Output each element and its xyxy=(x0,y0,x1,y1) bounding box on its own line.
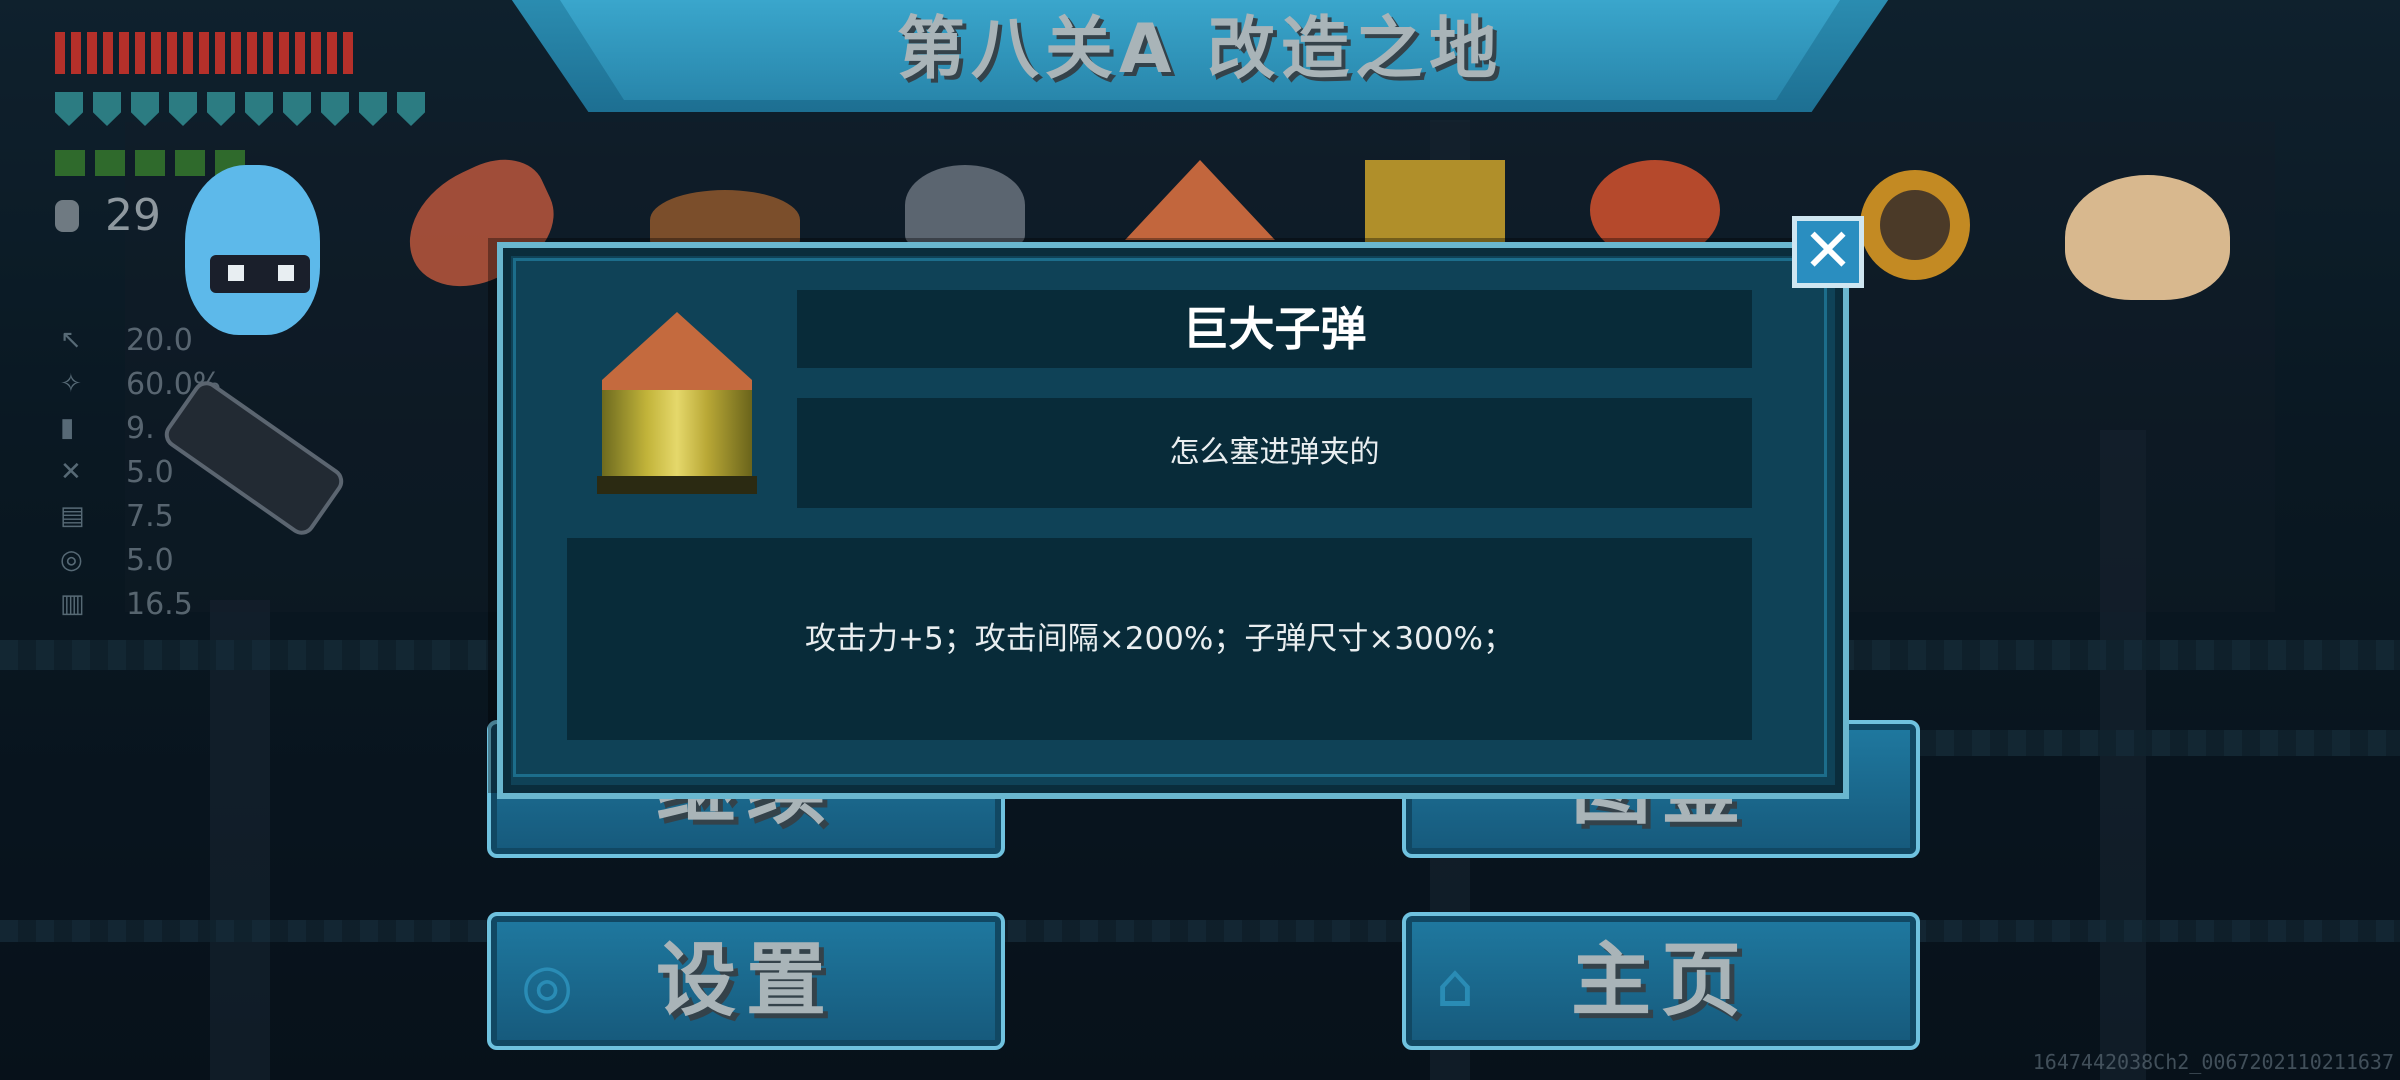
settings-button-label: 设置 xyxy=(656,934,836,1027)
stat-value: 9. xyxy=(126,410,155,446)
health-bar xyxy=(55,32,353,74)
item-description-box: 怎么塞进弹夹的 xyxy=(797,398,1752,508)
stat-value: 16.5 xyxy=(126,586,193,622)
stat-value: 7.5 xyxy=(126,498,174,534)
stat-value: 5.0 xyxy=(126,542,174,578)
settings-button[interactable]: ◎ 设置 xyxy=(487,912,1005,1050)
stat-list: ↖ 20.0 ✧ 60.0% ▮ 9. ✕ 5.0 ▤ 7.5 ◎ 5.0 ▥ 16.5 xyxy=(60,318,221,626)
interval-icon: ▤ xyxy=(60,501,85,531)
speed-icon: ▮ xyxy=(60,413,75,443)
range-icon: ✕ xyxy=(60,457,82,487)
home-button-label: 主页 xyxy=(1571,934,1751,1027)
item-name-box: 巨大子弹 xyxy=(797,290,1752,368)
level-title: 第八关A 改造之地 xyxy=(896,10,1504,89)
bucket-item-icon[interactable] xyxy=(1365,160,1505,250)
energy-bar xyxy=(55,150,245,176)
stat-value: 20.0 xyxy=(126,322,193,358)
eye-icon xyxy=(278,265,294,281)
crit-icon: ✧ xyxy=(60,369,82,399)
stat-row: ◎ 5.0 xyxy=(60,538,221,582)
size-icon: ▥ xyxy=(60,589,85,619)
stat-row: ↖ 20.0 xyxy=(60,318,221,362)
item-name: 巨大子弹 xyxy=(1182,302,1367,356)
attack-icon: ↖ xyxy=(60,325,82,355)
shield-bar xyxy=(55,92,425,126)
stat-row: ▤ 7.5 xyxy=(60,494,221,538)
giant-bullet-icon xyxy=(592,312,762,502)
helmet-item-icon[interactable] xyxy=(905,165,1025,245)
player-character-icon xyxy=(185,165,320,335)
item-description: 怎么塞进弹夹的 xyxy=(1169,435,1380,470)
player-face-icon xyxy=(210,255,310,293)
home-button[interactable]: ⌂ 主页 xyxy=(1402,912,1920,1050)
eye-icon xyxy=(228,265,244,281)
close-button[interactable]: ✕ xyxy=(1792,216,1864,288)
coin-count: 29 xyxy=(105,190,161,241)
watermark: 1647442038Ch2_0067202110211637 xyxy=(2032,1050,2394,1074)
item-effect: 攻击力+5；攻击间隔×200%；子弹尺寸×300%； xyxy=(805,621,1514,657)
item-effect-box: 攻击力+5；攻击间隔×200%；子弹尺寸×300%； xyxy=(567,538,1752,740)
sun-face-icon xyxy=(1880,190,1950,260)
stat-value: 5.0 xyxy=(126,454,174,490)
coin-icon xyxy=(55,200,79,232)
dumpling-item-icon[interactable] xyxy=(2065,175,2230,300)
stat-row: ▥ 16.5 xyxy=(60,582,221,626)
bullet-speed-icon: ◎ xyxy=(60,545,83,575)
